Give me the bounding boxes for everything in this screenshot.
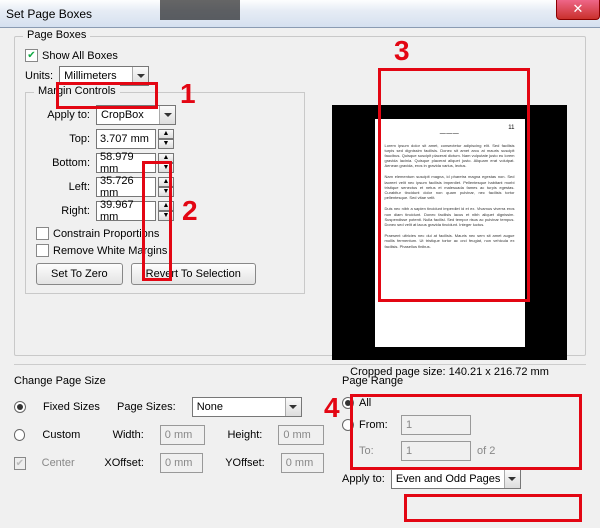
of-label: of 2 [477,445,495,457]
tab-shadow [160,0,240,20]
right-input[interactable]: 39.967 mm [96,201,156,221]
to-label: To: [359,445,401,457]
units-label: Units: [25,70,53,82]
window-titlebar: Set Page Boxes ✕ [0,0,600,28]
from-input[interactable]: 1 [401,415,471,435]
to-input[interactable]: 1 [401,441,471,461]
remove-white-margins-checkbox[interactable] [36,244,49,257]
close-button[interactable]: ✕ [556,0,600,20]
page-range-group: Page Range All From: 1 To: 1 of 2 Apply … [342,375,572,495]
preview-area: 11 ——— Lorem ipsum dolor sit amet, conse… [332,105,567,378]
remove-white-margins-label: Remove White Margins [53,245,167,257]
fixed-sizes-label: Fixed Sizes [43,401,105,413]
from-label: From: [359,419,401,431]
custom-radio[interactable] [14,429,25,441]
revert-to-selection-button[interactable]: Revert To Selection [131,263,256,285]
show-all-boxes-label: Show All Boxes [42,50,118,62]
constrain-proportions-label: Constrain Proportions [53,228,159,240]
width-input[interactable]: 0 mm [160,425,206,445]
left-label: Left: [36,181,90,193]
margin-controls-group: Margin Controls Apply to: CropBox Top: 3… [25,92,305,294]
page-preview: 11 ——— Lorem ipsum dolor sit amet, conse… [332,105,567,360]
chevron-down-icon [132,67,148,85]
yoffset-label: YOffset: [225,457,265,469]
height-input[interactable]: 0 mm [278,425,324,445]
top-label: Top: [36,133,90,145]
center-checkbox[interactable]: ✔ [14,457,26,470]
apply-to-label: Apply to: [36,109,90,121]
chevron-down-icon [504,470,520,488]
height-label: Height: [227,429,262,441]
page-sizes-select[interactable]: None [192,397,302,417]
change-page-size-legend: Change Page Size [14,375,324,387]
top-input[interactable]: 3.707 mm [96,129,156,149]
yoffset-input[interactable]: 0 mm [281,453,324,473]
bottom-input[interactable]: 58.979 mm [96,153,156,173]
units-select[interactable]: Millimeters [59,66,149,86]
page-boxes-group: Page Boxes ✔ Show All Boxes Units: Milli… [14,36,586,356]
margin-apply-to-select[interactable]: CropBox [96,105,176,125]
change-page-size-group: Change Page Size Fixed Sizes Page Sizes:… [14,375,324,495]
range-apply-to-label: Apply to: [342,473,385,485]
fixed-sizes-radio[interactable] [14,401,26,413]
center-label: Center [42,457,93,469]
custom-label: Custom [42,429,100,441]
bottom-spinner[interactable]: ▲▼ [158,153,174,173]
page-sizes-label: Page Sizes: [117,401,176,413]
top-spinner[interactable]: ▲▼ [158,129,174,149]
right-label: Right: [36,205,90,217]
xoffset-input[interactable]: 0 mm [160,453,203,473]
set-to-zero-button[interactable]: Set To Zero [36,263,123,285]
margin-controls-legend: Margin Controls [34,85,120,97]
range-apply-to-select[interactable]: Even and Odd Pages [391,469,521,489]
cropped-page-size-label: Cropped page size: 140.21 x 216.72 mm [332,366,567,378]
page-boxes-legend: Page Boxes [23,29,90,41]
window-title: Set Page Boxes [6,7,92,21]
all-label: All [359,397,371,409]
margin-apply-to-value: CropBox [101,109,144,121]
bottom-label: Bottom: [36,157,90,169]
page-thumbnail: 11 ——— Lorem ipsum dolor sit amet, conse… [375,119,525,347]
units-value: Millimeters [64,70,117,82]
xoffset-label: XOffset: [104,457,144,469]
chevron-down-icon [159,106,175,124]
all-radio[interactable] [342,397,354,409]
constrain-proportions-checkbox[interactable] [36,227,49,240]
from-radio[interactable] [342,419,354,431]
width-label: Width: [113,429,144,441]
left-spinner[interactable]: ▲▼ [158,177,174,197]
left-input[interactable]: 35.726 mm [96,177,156,197]
right-spinner[interactable]: ▲▼ [158,201,174,221]
show-all-boxes-checkbox[interactable]: ✔ [25,49,38,62]
chevron-down-icon [285,398,301,416]
